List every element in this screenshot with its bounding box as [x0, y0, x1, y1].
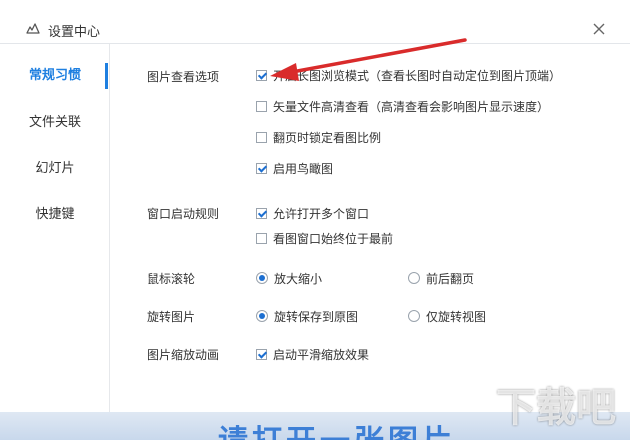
sidebar-item-slideshow[interactable]: 幻灯片: [0, 157, 110, 181]
option-label: 启动平滑缩放效果: [273, 347, 370, 362]
section-label-mouse-wheel: 鼠标滚轮: [147, 272, 196, 286]
section-label-rotate: 旋转图片: [147, 310, 196, 324]
radio-button[interactable]: [256, 310, 268, 322]
sidebar-item-shortcuts[interactable]: 快捷键: [0, 203, 110, 227]
section-label-window-start: 窗口启动规则: [147, 207, 220, 221]
option-label: 启用鸟瞰图: [273, 161, 334, 176]
sidebar-item-general[interactable]: 常规习惯: [0, 64, 110, 88]
option-label: 翻页时锁定看图比例: [273, 130, 382, 145]
checkbox[interactable]: [256, 207, 267, 219]
checkbox[interactable]: [256, 232, 267, 244]
option-long-image-mode[interactable]: 开启长图浏览模式（查看长图时自动定位到图片顶端）: [256, 67, 561, 83]
option-birdseye[interactable]: 启用鸟瞰图: [256, 160, 333, 176]
option-label: 前后翻页: [426, 271, 475, 286]
option-wheel-zoom[interactable]: 放大缩小: [256, 270, 322, 286]
watermark-logo: 下载吧: [496, 384, 616, 431]
option-smooth-zoom[interactable]: 启动平滑缩放效果: [256, 346, 369, 362]
radio-button[interactable]: [408, 310, 420, 322]
option-rotate-view[interactable]: 仅旋转视图: [408, 308, 486, 324]
checkbox[interactable]: [256, 100, 267, 112]
cloud-icon: [26, 23, 40, 34]
section-label-image-view: 图片查看选项: [147, 70, 220, 84]
sidebar: 常规习惯 文件关联 幻灯片 快捷键: [0, 44, 110, 440]
window-title: 设置中心: [48, 25, 101, 40]
sidebar-item-file-association[interactable]: 文件关联: [0, 111, 110, 135]
checkbox[interactable]: [256, 131, 267, 143]
option-wheel-page[interactable]: 前后翻页: [408, 270, 474, 286]
active-tab-indicator: [105, 63, 108, 89]
option-label: 开启长图浏览模式（查看长图时自动定位到图片顶端）: [273, 68, 562, 83]
option-lock-ratio[interactable]: 翻页时锁定看图比例: [256, 129, 381, 145]
checkbox[interactable]: [256, 69, 267, 81]
option-label: 看图窗口始终位于最前: [273, 231, 394, 246]
option-label: 允许打开多个窗口: [273, 206, 370, 221]
title-bar: 设置中心: [0, 0, 630, 44]
option-rotate-save[interactable]: 旋转保存到原图: [256, 308, 358, 324]
option-label: 仅旋转视图: [426, 309, 487, 324]
option-vector-hd[interactable]: 矢量文件高清查看（高清查看会影响图片显示速度）: [256, 98, 549, 114]
open-image-prompt: 请打开一张图片: [218, 416, 456, 440]
option-label: 放大缩小: [274, 271, 323, 286]
checkbox[interactable]: [256, 162, 267, 174]
option-label: 矢量文件高清查看（高清查看会影响图片显示速度）: [273, 99, 550, 114]
radio-button[interactable]: [408, 272, 420, 284]
section-label-zoom-animation: 图片缩放动画: [147, 348, 220, 362]
checkbox[interactable]: [256, 348, 267, 360]
option-label: 旋转保存到原图: [274, 309, 359, 324]
settings-window: 设置中心 常规习惯 文件关联 幻灯片 快捷键 图片查看选项 开启长图浏览模式（查…: [0, 0, 630, 440]
option-always-on-top[interactable]: 看图窗口始终位于最前: [256, 230, 393, 246]
close-icon[interactable]: [591, 21, 607, 37]
radio-button[interactable]: [256, 272, 268, 284]
option-multi-window[interactable]: 允许打开多个窗口: [256, 205, 369, 221]
